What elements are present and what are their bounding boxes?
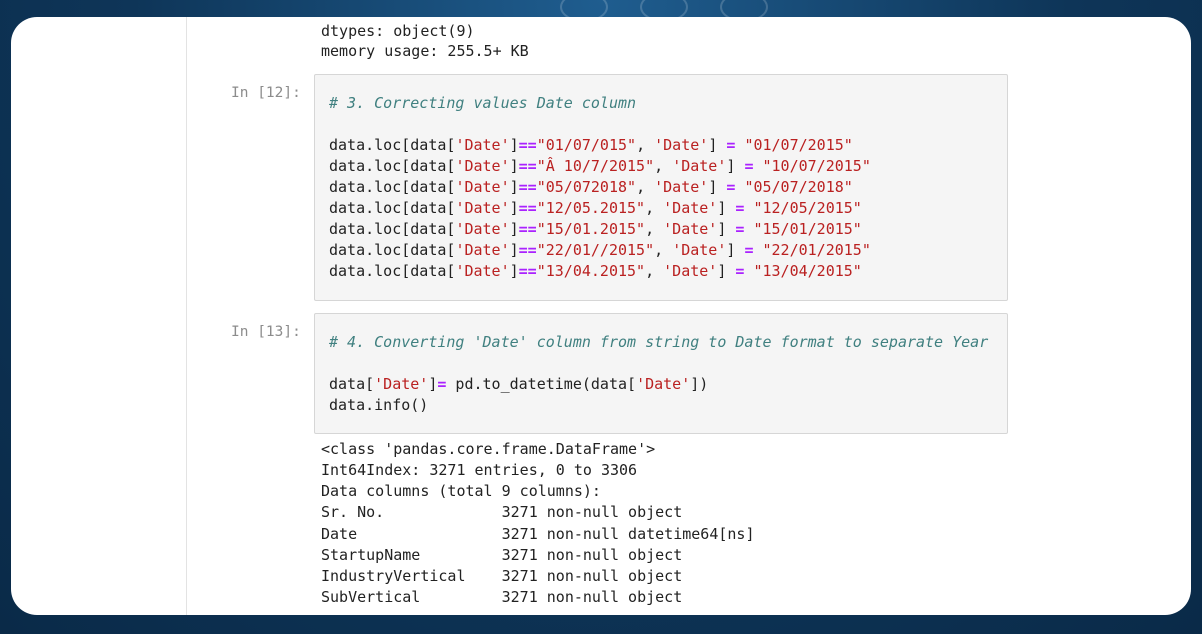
cell-prompt-12: In [12]: — [231, 85, 301, 101]
output-line: IndustryVertical 3271 non-null object — [321, 567, 683, 585]
output-line: Sr. No. 3271 non-null object — [321, 503, 683, 521]
code-line: data.loc[data['Date']=="12/05.2015", 'Da… — [329, 199, 862, 217]
output-line: Date 3271 non-null datetime64[ns] — [321, 525, 755, 543]
notebook-card: dtypes: object(9) memory usage: 255.5+ K… — [11, 17, 1191, 615]
code-cell-13[interactable]: # 4. Converting 'Date' column from strin… — [314, 313, 1008, 434]
output-line: SubVertical 3271 non-null object — [321, 588, 683, 606]
code-cell-12[interactable]: # 3. Correcting values Date column data.… — [314, 74, 1008, 301]
code-comment: # 3. Correcting values Date column — [329, 94, 637, 112]
cell-prompt-13: In [13]: — [231, 324, 301, 340]
code-line: data['Date']= pd.to_datetime(data['Date'… — [329, 375, 709, 393]
notebook-left-border — [186, 17, 187, 615]
output-line: Int64Index: 3271 entries, 0 to 3306 — [321, 461, 638, 479]
output-line: Data columns (total 9 columns): — [321, 482, 601, 500]
code-comment: # 4. Converting 'Date' column from strin… — [329, 333, 989, 351]
output-line: dtypes: object(9) — [321, 22, 475, 40]
code-line: data.loc[data['Date']=="01/07/015", 'Dat… — [329, 136, 853, 154]
code-line: data.loc[data['Date']=="13/04.2015", 'Da… — [329, 262, 862, 280]
output-line: <class 'pandas.core.frame.DataFrame'> — [321, 440, 656, 458]
code-line: data.info() — [329, 396, 429, 414]
code-line: data.loc[data['Date']=="15/01.2015", 'Da… — [329, 220, 862, 238]
code-line: data.loc[data['Date']=="05/072018", 'Dat… — [329, 178, 853, 196]
notebook-area: dtypes: object(9) memory usage: 255.5+ K… — [175, 17, 1191, 615]
code-line: data.loc[data['Date']=="22/01//2015", 'D… — [329, 241, 871, 259]
output-line: memory usage: 255.5+ KB — [321, 42, 529, 60]
output-line: StartupName 3271 non-null object — [321, 546, 683, 564]
code-line: data.loc[data['Date']=="Â 10/7/2015", 'D… — [329, 157, 871, 175]
